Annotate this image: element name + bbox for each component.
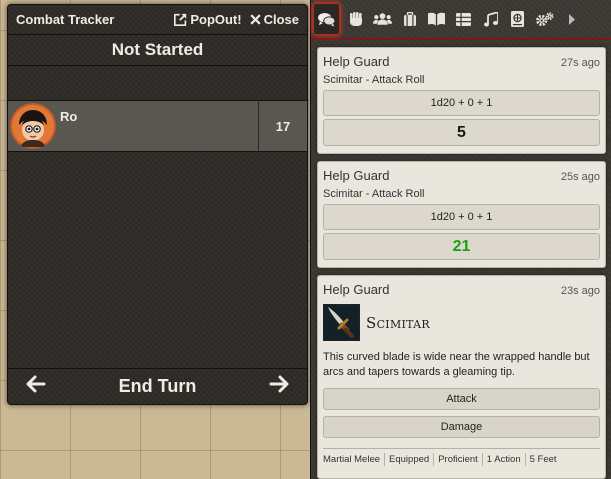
tables-tab[interactable] — [450, 5, 477, 33]
message-timestamp: 25s ago — [560, 171, 600, 183]
close-button[interactable]: Close — [250, 12, 299, 27]
message-timestamp: 23s ago — [560, 285, 600, 297]
cogs-icon — [535, 11, 554, 27]
dice-total-critical[interactable]: 21 — [323, 233, 600, 260]
settings-tab[interactable] — [531, 5, 558, 33]
tracker-header[interactable]: Combat Tracker PopOut! Close — [8, 5, 307, 35]
external-link-icon — [174, 13, 187, 26]
table-icon — [456, 12, 471, 26]
book-open-icon — [428, 12, 445, 26]
item-description: This curved blade is wide near the wrapp… — [323, 351, 590, 378]
music-icon — [483, 11, 498, 27]
caret-right-icon — [568, 13, 575, 25]
arrow-left-icon — [26, 375, 46, 398]
suitcase-icon — [403, 11, 417, 27]
chat-tab[interactable] — [313, 3, 340, 35]
arrow-right-icon — [269, 375, 289, 398]
property-tag: 1 Action — [483, 453, 526, 466]
item-name: Scimitar — [366, 313, 431, 332]
message-speaker: Help Guard — [323, 168, 390, 183]
property-tag: Proficient — [434, 453, 483, 466]
message-flavor: Scimitar - Attack Roll — [323, 74, 425, 86]
property-tag: Equipped — [385, 453, 435, 466]
chat-bubbles-icon — [318, 12, 335, 27]
items-tab[interactable] — [396, 5, 423, 33]
combat-tracker-window: Combat Tracker PopOut! Close Not Started — [7, 4, 308, 405]
end-turn-button[interactable]: End Turn — [119, 376, 197, 397]
popout-label: PopOut! — [190, 12, 242, 27]
journal-tab[interactable] — [423, 5, 450, 33]
collapse-sidebar-button[interactable] — [558, 5, 585, 33]
chat-message: Help Guard 25s ago Scimitar - Attack Rol… — [317, 161, 606, 268]
property-tag: 5 Feet — [529, 454, 557, 465]
item-card-message: Help Guard 23s ago Scimitar This curved … — [317, 275, 606, 479]
message-flavor: Scimitar - Attack Roll — [323, 188, 425, 200]
item-properties: Martial Melee Equipped Proficient 1 Acti… — [323, 448, 600, 466]
actors-tab[interactable] — [369, 5, 396, 33]
message-speaker: Help Guard — [323, 282, 390, 297]
message-header: Help Guard 23s ago — [323, 276, 600, 297]
attack-button[interactable]: Attack — [323, 388, 600, 410]
users-icon — [373, 12, 392, 26]
tracker-title: Combat Tracker — [16, 12, 115, 27]
combatant-name: Ro — [60, 109, 78, 124]
close-x-icon — [250, 14, 261, 25]
previous-turn-button[interactable] — [26, 375, 46, 398]
fist-icon — [348, 11, 363, 27]
chat-message: Help Guard 27s ago Scimitar - Attack Rol… — [317, 47, 606, 154]
dice-formula[interactable]: 1d20 + 0 + 1 — [323, 204, 600, 230]
close-label: Close — [263, 12, 299, 27]
next-turn-button[interactable] — [269, 375, 289, 398]
popout-button[interactable]: PopOut! — [174, 12, 242, 27]
item-header[interactable]: Scimitar — [323, 304, 600, 341]
combatant-row[interactable]: Ro 17 — [8, 100, 307, 152]
atlas-icon — [510, 11, 525, 27]
round-status: Not Started — [8, 35, 307, 66]
damage-button[interactable]: Damage — [323, 416, 600, 438]
playlists-tab[interactable] — [477, 5, 504, 33]
combatant-avatar — [10, 103, 56, 149]
message-header: Help Guard 27s ago — [323, 48, 600, 69]
dice-formula[interactable]: 1d20 + 0 + 1 — [323, 90, 600, 116]
property-tag: Martial Melee — [323, 453, 386, 466]
tracker-footer: End Turn — [8, 368, 307, 404]
compendium-tab[interactable] — [504, 5, 531, 33]
message-speaker: Help Guard — [323, 54, 390, 69]
scimitar-icon — [323, 304, 360, 341]
sidebar: Help Guard 27s ago Scimitar - Attack Rol… — [310, 0, 611, 479]
sidebar-tabs — [311, 0, 611, 40]
dice-total[interactable]: 5 — [323, 119, 600, 146]
message-timestamp: 27s ago — [560, 57, 600, 69]
combatant-initiative[interactable]: 17 — [258, 101, 307, 151]
message-header: Help Guard 25s ago — [323, 162, 600, 183]
combat-tab[interactable] — [342, 5, 369, 33]
